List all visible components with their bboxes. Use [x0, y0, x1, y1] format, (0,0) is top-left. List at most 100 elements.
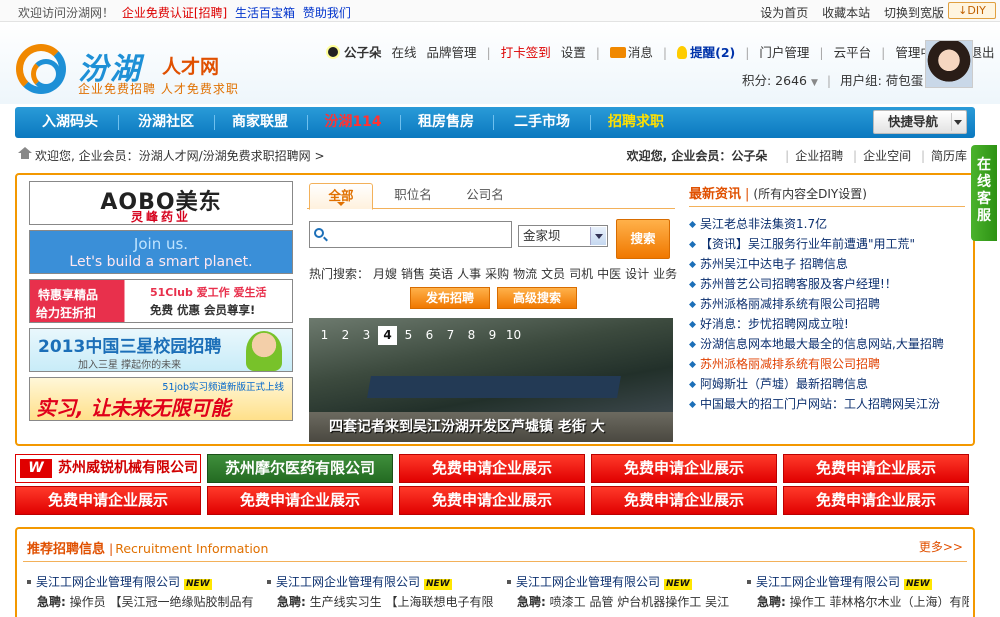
hot-term[interactable]: 人事	[457, 267, 481, 281]
area-select[interactable]: 金家坝	[518, 225, 608, 247]
toolbox-link[interactable]: 生活百宝箱	[235, 6, 295, 20]
nav-item-alliance[interactable]: 商家联盟	[217, 107, 303, 138]
slide-page[interactable]: 2	[336, 326, 355, 345]
diy-button[interactable]: ↓DIY	[948, 2, 996, 19]
certify-link[interactable]: 企业免费认证[招聘]	[122, 6, 227, 20]
quick-nav-button[interactable]: 快捷导航	[873, 110, 967, 134]
slide-page[interactable]: 6	[420, 326, 439, 345]
company-tile-free[interactable]: 免费申请企业展示	[399, 486, 585, 515]
nav-item-jobs[interactable]: 招聘求职	[593, 107, 679, 138]
tab-company-name[interactable]: 公司名	[451, 183, 519, 209]
news-item[interactable]: 吴江老总非法集资1.7亿	[689, 215, 965, 235]
banner-aobo[interactable]: AOBO美东 灵峰药业	[29, 181, 293, 225]
set-homepage-link[interactable]: 设为首页	[760, 6, 808, 20]
slide-caption[interactable]: 四套记者来到吴江汾湖开发区芦墟镇 老街 大	[329, 416, 605, 436]
banner-samsung[interactable]: 2013中国三星校园招聘 加入三星 撑起你的未来	[29, 328, 293, 372]
job-company-link[interactable]: 吴江工网企业管理有限公司	[36, 575, 180, 589]
job-company-link[interactable]: 吴江工网企业管理有限公司	[756, 575, 900, 589]
bookmark-link[interactable]: 收藏本站	[822, 6, 870, 20]
hot-term[interactable]: 采购	[485, 267, 509, 281]
job-titles-link[interactable]: 操作员 【吴江冠一绝缘贴胶制品有	[70, 595, 254, 609]
nav-item-114[interactable]: 汾湖114	[310, 107, 396, 138]
sponsor-link[interactable]: 赞助我们	[303, 6, 351, 20]
hot-term[interactable]: 文员	[541, 267, 565, 281]
news-item[interactable]: 苏州派格丽减排系统有限公司招聘	[689, 355, 965, 375]
news-item[interactable]: 苏州派格丽减排系统有限公司招聘	[689, 295, 965, 315]
advanced-search-button[interactable]: 高级搜索	[497, 287, 577, 309]
messages-link[interactable]: 消息	[628, 45, 653, 60]
slide-page-active[interactable]: 4	[378, 326, 397, 345]
checkin-link[interactable]: 打卡签到	[501, 45, 551, 60]
nav-item-housing[interactable]: 租房售房	[403, 107, 489, 138]
post-job-button[interactable]: 发布招聘	[410, 287, 490, 309]
slide-page[interactable]: 10	[504, 326, 523, 345]
company-tile-free[interactable]: 免费申请企业展示	[783, 454, 969, 483]
slide-page[interactable]: 3	[357, 326, 376, 345]
job-titles-link[interactable]: 喷漆工 品管 炉台机器操作工 吴江	[550, 595, 729, 609]
banner-51job[interactable]: 51job实习频道新版正式上线 实习, 让未来无限可能	[29, 377, 293, 421]
points-dropdown-icon[interactable]: ▼	[811, 78, 818, 88]
hot-term[interactable]: 销售	[401, 267, 425, 281]
hot-term[interactable]: 业务	[653, 267, 677, 281]
settings-link[interactable]: 设置	[561, 45, 586, 60]
slide-page[interactable]: 7	[441, 326, 460, 345]
news-item[interactable]: 中国最大的招工门户网站：工人招聘网吴江汾	[689, 395, 965, 415]
remind-link[interactable]: 提醒(2)	[690, 45, 735, 60]
banner-51club[interactable]: 特惠享精品 给力狂折扣 51Club 爱工作 爱生活 免费 优惠 会员尊享!	[29, 279, 293, 323]
news-item[interactable]: 汾湖信息网本地最大最全的信息网站,大量招聘	[689, 335, 965, 355]
nav-item-community[interactable]: 汾湖社区	[123, 107, 209, 138]
enterprise-space-link[interactable]: 企业空间	[863, 149, 911, 163]
news-item[interactable]: 好消息：步忧招聘网成立啦!	[689, 315, 965, 335]
company-tile-free[interactable]: 免费申请企业展示	[783, 486, 969, 515]
slide-page[interactable]: 1	[315, 326, 334, 345]
logo-subtitle[interactable]: 人才网	[162, 52, 219, 79]
hot-term[interactable]: 月嫂	[373, 267, 397, 281]
cloud-link[interactable]: 云平台	[834, 45, 872, 60]
company-tile-weirui[interactable]: W 苏州威锐机械有限公司	[15, 454, 201, 483]
company-tile-free[interactable]: 免费申请企业展示	[399, 454, 585, 483]
news-item[interactable]: 苏州吴江中达电子 招聘信息	[689, 255, 965, 275]
news-item[interactable]: 阿姆斯壮（芦墟）最新招聘信息	[689, 375, 965, 395]
banner-ibm[interactable]: Join us. Let's build a smart planet.	[29, 230, 293, 274]
hot-term[interactable]: 物流	[513, 267, 537, 281]
slide-page[interactable]: 8	[462, 326, 481, 345]
enterprise-recruit-link[interactable]: 企业招聘	[795, 149, 843, 163]
news-item[interactable]: 苏州普艺公司招聘客服及客户经理!！	[689, 275, 965, 295]
company-tile-moer[interactable]: 苏州摩尔医药有限公司	[207, 454, 393, 483]
news-slideshow[interactable]: 1 2 3 4 5 6 7 8 9 10 四套记者来到吴江汾湖开发区芦墟镇 老街 大	[309, 318, 673, 442]
logout-link[interactable]: 退出	[970, 45, 995, 60]
search-input[interactable]	[309, 221, 512, 248]
portal-manage-link[interactable]: 门户管理	[759, 45, 809, 60]
job-company-link[interactable]: 吴江工网企业管理有限公司	[276, 575, 420, 589]
hot-term[interactable]: 中医	[597, 267, 621, 281]
avatar[interactable]	[925, 40, 973, 88]
slide-page[interactable]: 5	[399, 326, 418, 345]
resume-library-link[interactable]: 简历库	[931, 149, 967, 163]
logo-swirl-icon[interactable]	[16, 44, 66, 94]
news-item[interactable]: 【资讯】吴江服务行业年前遭遇"用工荒"	[689, 235, 965, 255]
job-titles-link[interactable]: 操作工 菲林格尔木业（上海）有限	[790, 595, 969, 609]
points-link[interactable]: 积分: 2646	[742, 73, 807, 88]
company-tile-free[interactable]: 免费申请企业展示	[15, 486, 201, 515]
tab-all[interactable]: 全部	[309, 183, 373, 210]
company-tile-free[interactable]: 免费申请企业展示	[591, 454, 777, 483]
username[interactable]: 公子朵	[344, 45, 382, 60]
hot-term[interactable]: 英语	[429, 267, 453, 281]
wide-layout-link[interactable]: 切换到宽版	[884, 6, 944, 20]
home-icon[interactable]	[18, 147, 32, 159]
job-titles-link[interactable]: 生产线实习生 【上海联想电子有限	[310, 595, 494, 609]
tab-job-name[interactable]: 职位名	[379, 183, 447, 209]
nav-item-secondhand[interactable]: 二手市场	[496, 107, 588, 138]
nav-item-wharf[interactable]: 入湖码头	[27, 107, 113, 138]
more-link[interactable]: 更多>>	[919, 538, 963, 555]
slide-page[interactable]: 9	[483, 326, 502, 345]
company-tile-free[interactable]: 免费申请企业展示	[591, 486, 777, 515]
hot-term[interactable]: 设计	[625, 267, 649, 281]
job-company-link[interactable]: 吴江工网企业管理有限公司	[516, 575, 660, 589]
brand-manage-link[interactable]: 品牌管理	[427, 45, 477, 60]
search-button[interactable]: 搜索	[616, 219, 670, 259]
breadcrumb-text[interactable]: 欢迎您, 企业会员：汾湖人才网/汾湖免费求职招聘网 >	[35, 147, 325, 164]
hot-term[interactable]: 司机	[569, 267, 593, 281]
online-service-tab[interactable]: 在线客服	[971, 145, 997, 241]
company-tile-free[interactable]: 免费申请企业展示	[207, 486, 393, 515]
